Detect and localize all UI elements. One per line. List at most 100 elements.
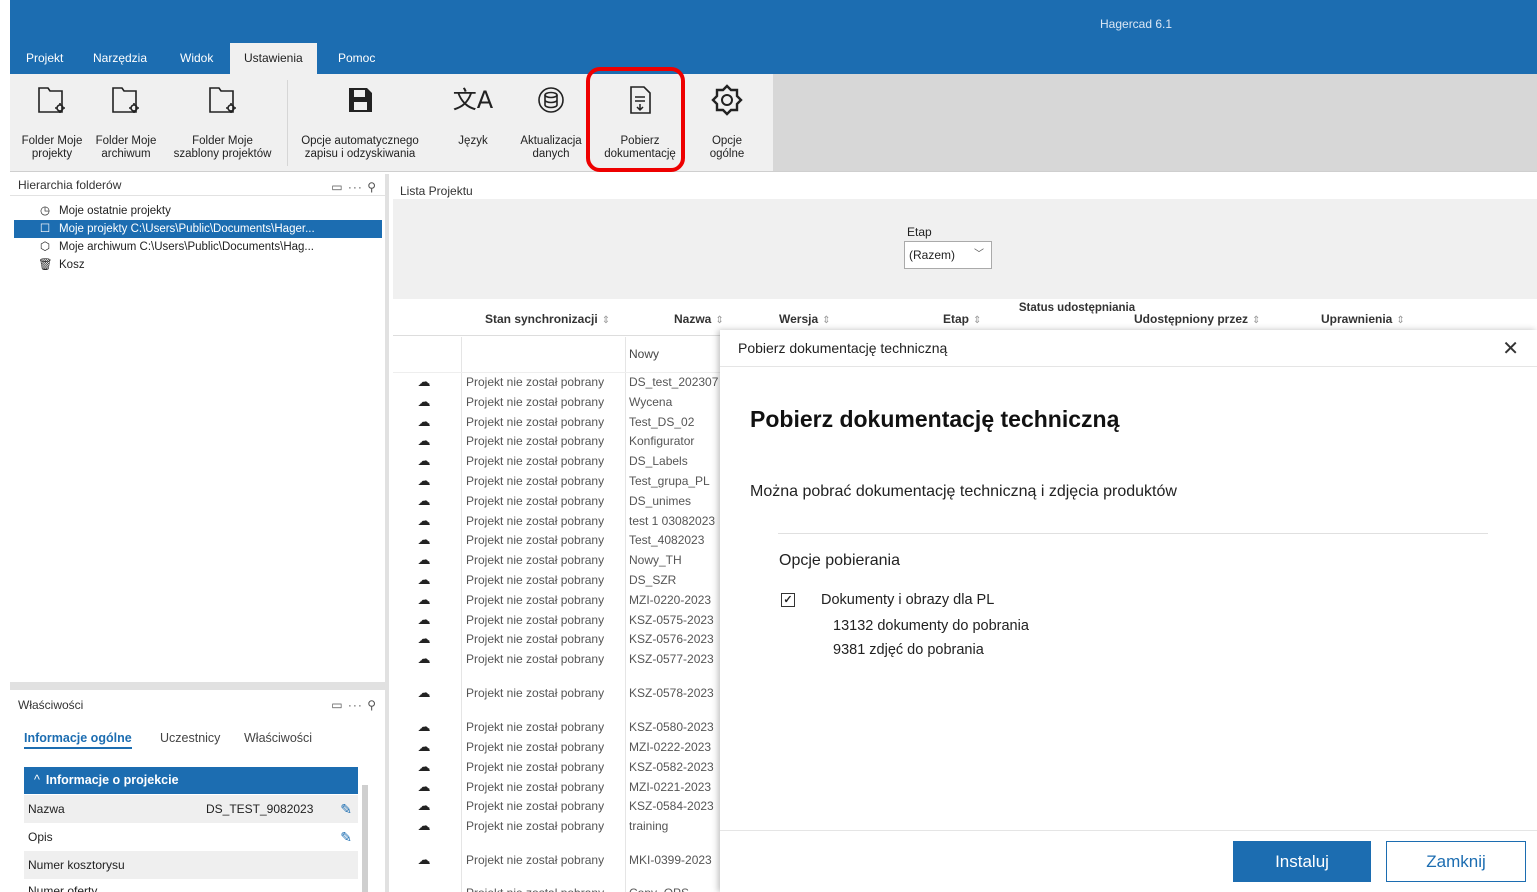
menu-projekt[interactable]: Projekt [20,50,69,74]
col-permissions[interactable]: Uprawnienia ⇕ [1321,312,1405,326]
menu-pomoc[interactable]: Pomoc [332,50,381,74]
menu-widok[interactable]: Widok [174,50,219,74]
prop-label: Numer oferty [28,884,98,892]
col-shared-by[interactable]: Udostępniony przez ⇕ [1134,312,1260,326]
folder-archive-label-2: archiwum [101,148,151,160]
table-row[interactable]: ☁ Projekt nie został pobrany DS_unimes [393,491,723,511]
cloud-unsynced-icon: ☁ [417,798,431,814]
table-row[interactable]: ☁ Projekt nie został pobrany KSZ-0575-2023 [393,610,723,630]
table-row[interactable]: ☁ Projekt nie został pobrany KSZ-0582-2023 [393,757,723,777]
tab-participants[interactable]: Uczestnicy [160,731,220,745]
sync-status-cell: Projekt nie został pobrany [466,592,605,607]
folder-settings-icon [165,82,280,118]
sync-status-cell: Projekt nie został pobrany [466,612,605,627]
table-row[interactable]: ☁ Projekt nie został pobrany KSZ-0578-2023 [393,683,723,703]
folder-projects-button[interactable]: Folder Moje projekty [18,82,86,161]
col-version[interactable]: Wersja ⇕ [779,312,831,326]
tree-item-my-projects[interactable]: ☐ Moje projekty C:\Users\Public\Documents… [14,220,382,238]
table-row[interactable]: ☁ Projekt nie został pobrany KSZ-0580-2023 [393,717,723,737]
table-row[interactable]: ☁ Projekt nie został pobrany DS_test_20230… [393,372,723,392]
autosave-options-button[interactable]: Opcje automatycznego zapisu i odzyskiwan… [292,82,428,161]
dialog-title: Pobierz dokumentację techniczną [738,340,948,356]
panel-options-icon[interactable]: ▭ ··· ⚲ [331,690,377,720]
tree-item-trash[interactable]: 🗑 Kosz [10,256,385,274]
cloud-unsynced-icon: ☁ [417,453,431,469]
tab-properties[interactable]: Właściwości [244,731,312,745]
folder-projects-label-1: Folder Moje [21,135,83,147]
folder-projects-label-2: projekty [31,148,73,160]
folder-templates-button[interactable]: Folder Moje szablony projektów [165,82,280,161]
cloud-unsynced-icon: ☁ [415,883,433,892]
dialog-titlebar: Pobierz dokumentację techniczną ✕ [720,330,1537,367]
table-row[interactable]: ☁ Projekt nie został pobrany MZI-0222-2023 [393,737,723,757]
col-name[interactable]: Nazwa ⇕ [674,312,724,326]
sync-status-cell: Projekt nie został pobrany [466,573,605,587]
stage-filter-select[interactable]: (Razem) ﹀ [904,241,992,269]
project-name-cell: Test_DS_02 [629,414,695,429]
col-stage[interactable]: Etap ⇕ [943,312,981,326]
col-share-status[interactable]: Status udostępniania [1017,302,1137,314]
table-row[interactable]: ☁ Projekt nie został pobrany Test_DS_02 [393,412,723,432]
scrollbar-thumb[interactable] [362,785,368,892]
table-row[interactable]: ☁ Projekt nie został pobrany MZI-0220-2023 [393,590,723,610]
table-row[interactable]: ☁ Projekt nie został pobrany DS_SZR [393,570,723,590]
sync-status-cell: Projekt nie został pobrany [466,375,605,389]
table-row[interactable]: ☁ Projekt nie został pobrany Test_4082023 [393,530,723,550]
col-sync-state[interactable]: Stan synchronizacji ⇕ [485,312,610,326]
tree-item-label: Moje archiwum C:\Users\Public\Documents\… [59,241,314,253]
properties-scrollbar[interactable] [362,770,368,892]
prop-label: Opis [28,830,53,844]
update-data-button[interactable]: Aktualizacja danych [510,82,592,161]
docs-images-checkbox[interactable]: ✓ [781,593,795,607]
edit-icon[interactable]: ✎ [340,795,352,823]
sync-status-cell: Projekt nie został pobrany [466,759,605,774]
panel-splitter[interactable] [10,682,389,690]
sync-status-cell: Projekt nie został pobrany [466,652,605,667]
project-info-group[interactable]: ^ Informacje o projekcie [24,767,358,794]
trash-icon: 🗑 [38,259,53,271]
menu-narzedzia[interactable]: Narzędzia [87,50,153,74]
menu-ustawienia[interactable]: Ustawienia [230,43,317,74]
sync-status-cell: Projekt nie został pobrany [466,853,605,868]
dialog-separator [778,533,1488,534]
table-row[interactable]: ☁ Projekt nie został pobrany test 1 030820… [393,511,723,531]
close-icon[interactable]: ✕ [1502,336,1519,361]
archive-icon: ⬡ [39,241,51,253]
cloud-unsynced-icon: ☁ [417,631,431,647]
table-row[interactable]: ☁ Projekt nie został pobrany KSZ-0576-2023 [393,629,723,649]
table-row[interactable]: ☁ Projekt nie został pobrany training [393,816,723,836]
sync-status-cell: Projekt nie został pobrany [466,632,605,647]
new-project-row[interactable]: Nowy [393,337,723,373]
group-label: Informacje o projekcie [45,773,179,787]
download-options-title: Opcje pobierania [779,552,900,569]
folder-hierarchy-header: Hierarchia folderów ▭ ··· ⚲ [10,174,385,196]
table-row[interactable]: ☁ Projekt nie został pobrany DS_Labels [393,451,723,471]
tab-general-info[interactable]: Informacje ogólne [24,731,132,749]
cloud-unsynced-icon: ☁ [417,393,431,409]
edit-icon[interactable]: ✎ [340,823,352,851]
table-row[interactable]: ☁ Projekt nie został pobrany MZI-0221-2023 [393,777,723,797]
table-row[interactable]: ☁ Projekt nie został pobrany Test_grupa_PL [393,471,723,491]
install-button[interactable]: Instaluj [1233,841,1371,882]
table-row[interactable]: ☁ Projekt nie został pobrany Konfigurator [393,431,723,451]
tree-item-archive[interactable]: ⬡ Moje archiwum C:\Users\Public\Documents… [10,238,385,256]
table-row[interactable]: ☁ Projekt nie został pobrany Nowy_TH [393,550,723,570]
table-row[interactable]: ☁ Projekt nie został pobrany KSZ-0577-2023 [393,649,723,669]
sync-status-cell: Projekt nie został pobrany [466,686,605,701]
table-row[interactable]: ☁ Projekt nie został pobrany Wycena [393,392,723,412]
general-options-button[interactable]: Opcje ogólne [702,82,752,161]
panel-options-icon[interactable]: ▭ ··· ⚲ [331,176,377,198]
project-name-cell: test 1 03082023 [629,513,716,528]
language-button[interactable]: 文A Język [448,82,498,148]
app-window: Hagercad 6.1 Projekt Narzędzia Widok Ust… [0,0,1537,892]
docs-count: 13132 dokumenty do pobrania [833,618,1029,634]
table-row[interactable]: ☁ Projekt nie został pobrany KSZ-0584-2023 [393,796,723,816]
project-name-cell: Test_grupa_PL [629,474,710,488]
table-row[interactable]: ☁ Projekt nie został pobrany MKI-0399-2023 [393,850,723,870]
tree-item-recent[interactable]: ◷ Moje ostatnie projekty [10,202,385,220]
properties-header: Właściwości ▭ ··· ⚲ [10,690,385,718]
close-button[interactable]: Zamknij [1386,841,1526,882]
table-row[interactable]: ☁ Projekt nie został pobrany Copy_OPS [393,883,723,892]
folder-archive-button[interactable]: Folder Moje archiwum [90,82,162,161]
folder-hierarchy-panel: Hierarchia folderów ▭ ··· ⚲ ◷ Moje ostatn… [10,174,389,682]
